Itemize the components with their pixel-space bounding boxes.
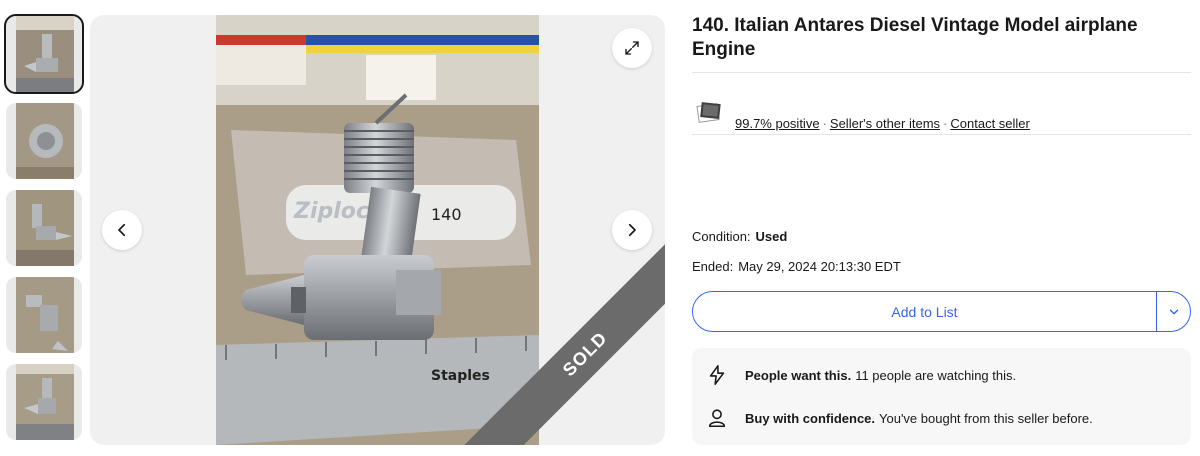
thumbnail-image (16, 364, 74, 440)
main-product-image: Ziploc 140 Staples (216, 15, 539, 445)
confidence-title: Buy with confidence. (745, 410, 876, 426)
add-to-list-button-group: Add to List (692, 291, 1191, 332)
confidence-text: You've bought from this seller before. (879, 410, 1093, 426)
watchers-text: 11 people are watching this. (855, 367, 1017, 383)
watchers-row: People want this. 11 people are watching … (702, 360, 1016, 390)
separator: · (943, 116, 948, 131)
ended-value: May 29, 2024 20:13:30 EDT (738, 259, 901, 274)
next-image-button[interactable] (612, 210, 652, 250)
person-icon (702, 403, 732, 433)
svg-text:Staples: Staples (431, 368, 490, 384)
chevron-left-icon (118, 223, 126, 237)
thumbnail-strip (4, 14, 84, 451)
separator: · (822, 116, 827, 131)
svg-text:Ziploc: Ziploc (293, 199, 369, 224)
contact-seller-link[interactable]: Contact seller (950, 116, 1029, 131)
feedback-link[interactable]: 99.7% positive (735, 116, 820, 131)
add-to-list-dropdown-button[interactable] (1156, 292, 1190, 331)
thumbnail-image (16, 277, 74, 353)
watchers-title: People want this. (745, 367, 852, 383)
thumbnail-5[interactable] (6, 364, 82, 440)
thumbnail-3[interactable] (6, 190, 82, 266)
ended-label: Ended: (692, 259, 734, 274)
condition-row: Condition: Used (692, 229, 787, 244)
chevron-down-icon (1169, 309, 1178, 314)
ended-row: Ended: May 29, 2024 20:13:30 EDT (692, 259, 901, 274)
expand-image-button[interactable] (612, 28, 652, 68)
previous-image-button[interactable] (102, 210, 142, 250)
thumbnail-2[interactable] (6, 103, 82, 179)
engine-photo: Ziploc 140 Staples (216, 15, 539, 445)
promo-panel: People want this. 11 people are watching … (692, 348, 1191, 445)
svg-text:140: 140 (431, 205, 462, 224)
thumbnail-image (16, 16, 74, 92)
divider (692, 134, 1191, 135)
condition-label: Condition: (692, 229, 751, 244)
expand-icon (625, 41, 639, 55)
chevron-right-icon (628, 223, 636, 237)
thumbnail-image (16, 103, 74, 179)
condition-value: Used (755, 229, 788, 244)
lightning-icon (702, 360, 732, 390)
seller-other-items-link[interactable]: Seller's other items (830, 116, 940, 131)
main-image-viewer[interactable]: Ziploc 140 Staples SOLD (90, 15, 665, 445)
confidence-row: Buy with confidence. You've bought from t… (702, 403, 1093, 433)
listing-title: 140. Italian Antares Diesel Vintage Mode… (692, 15, 1138, 60)
seller-info: 99.7% positive · Seller's other items · Cont… (692, 89, 1192, 149)
divider (692, 72, 1191, 73)
add-to-list-button[interactable]: Add to List (693, 292, 1156, 331)
thumbnail-1[interactable] (4, 14, 84, 94)
thumbnail-4[interactable] (6, 277, 82, 353)
listing-info-panel: 140. Italian Antares Diesel Vintage Mode… (692, 14, 1192, 445)
store-icon[interactable] (696, 99, 722, 125)
thumbnail-image (16, 190, 74, 266)
seller-links: 99.7% positive · Seller's other items · Cont… (735, 116, 1030, 131)
